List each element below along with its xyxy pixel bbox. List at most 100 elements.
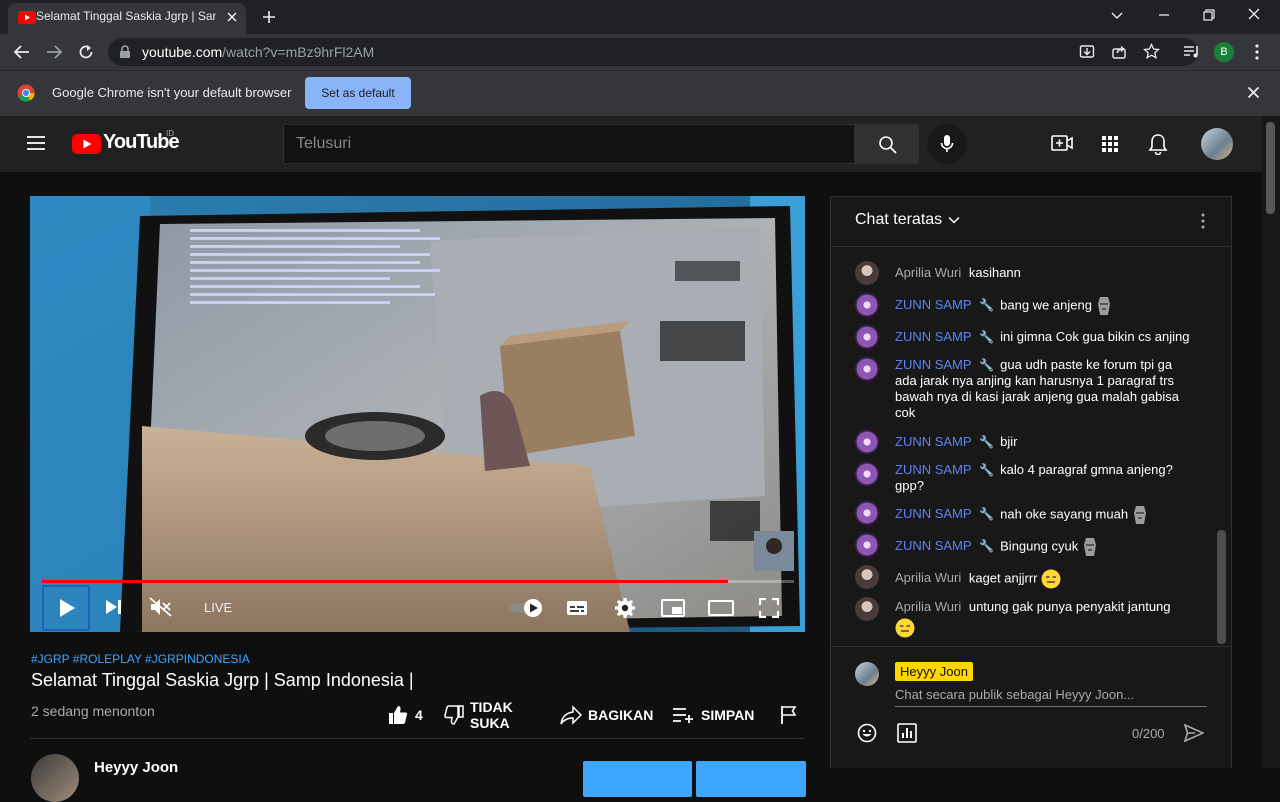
live-badge[interactable]: LIVE (204, 600, 232, 615)
chat-avatar[interactable] (855, 261, 879, 285)
search-button[interactable] (855, 124, 919, 164)
url-text[interactable]: youtube.com/watch?v=mBz9hrFl2AM (142, 44, 374, 60)
moderator-wrench-icon: 🔧 (979, 435, 995, 449)
self-avatar (855, 662, 879, 686)
restore-icon[interactable] (1202, 8, 1216, 22)
chat-more-options-icon[interactable] (1196, 212, 1210, 230)
chat-message-input[interactable]: Chat secara publik sebagai Heyyy Joon... (895, 687, 1207, 707)
tab-close-icon[interactable] (225, 10, 239, 24)
dislike-label[interactable]: TIDAK SUKA (470, 699, 513, 731)
chat-avatar[interactable] (855, 501, 879, 525)
youtube-logo-icon[interactable] (72, 134, 101, 154)
chat-message[interactable]: ZUNN SAMP 🔧 nah oke sayang muah (895, 505, 1195, 525)
chat-avatar[interactable] (855, 430, 879, 454)
new-tab-icon[interactable] (261, 9, 277, 25)
chat-message[interactable]: ZUNN SAMP 🔧 kalo 4 paragraf gmna anjeng? … (895, 462, 1195, 494)
chat-mode-selector[interactable]: Chat teratas (855, 211, 942, 229)
voice-search-button[interactable] (927, 124, 967, 164)
like-count[interactable]: 4 (415, 707, 423, 723)
share-button[interactable]: BAGIKAN (588, 707, 653, 723)
chat-avatar[interactable] (855, 325, 879, 349)
chat-text: kaget anjjrrr (968, 570, 1038, 586)
close-window-icon[interactable] (1247, 7, 1261, 21)
search-placeholder: Telusuri (296, 135, 352, 152)
tab-search-icon[interactable] (1110, 8, 1124, 22)
chrome-menu-icon[interactable] (1249, 43, 1265, 61)
autoplay-toggle[interactable] (509, 598, 545, 618)
theater-mode-icon[interactable] (708, 600, 734, 616)
chat-avatar[interactable] (855, 533, 879, 557)
chat-message[interactable]: ZUNN SAMP 🔧 gua udh paste ke forum tpi ga… (895, 357, 1195, 421)
search-input[interactable] (283, 124, 855, 164)
install-app-icon[interactable] (1079, 44, 1095, 60)
chat-message[interactable]: Aprilia Wuri kaget anjjrrr (895, 569, 1195, 589)
muted-volume-icon[interactable] (149, 597, 173, 617)
create-video-icon[interactable] (1051, 134, 1073, 152)
dislike-icon[interactable] (444, 705, 464, 725)
report-flag-icon[interactable] (780, 705, 798, 725)
chat-message[interactable]: Aprilia Wuri untung gak punya penyakit j… (895, 598, 1195, 638)
account-avatar[interactable] (1201, 128, 1233, 160)
share-icon[interactable] (1111, 44, 1127, 60)
chat-author: ZUNN SAMP (895, 329, 972, 344)
video-hashtags[interactable]: #JGRP #ROLEPLAY #JGRPINDONESIA (31, 652, 250, 666)
chat-text: kasihann (968, 265, 1021, 280)
moai-emoji-icon (1096, 296, 1112, 316)
channel-avatar[interactable] (31, 754, 79, 802)
like-icon[interactable] (388, 705, 408, 725)
video-frame-image (30, 196, 805, 632)
miniplayer-icon[interactable] (661, 599, 685, 617)
subscribe-button[interactable] (696, 761, 806, 797)
notifications-bell-icon[interactable] (1148, 133, 1168, 155)
chat-message[interactable]: ZUNN SAMP 🔧 Bingung cyuk (895, 537, 1195, 557)
play-button[interactable] (42, 585, 90, 631)
next-video-icon[interactable] (104, 598, 124, 616)
chat-avatar[interactable] (855, 462, 879, 486)
infobar-close-icon[interactable] (1247, 86, 1260, 99)
lock-icon[interactable] (119, 45, 131, 59)
progress-bar-played[interactable] (42, 580, 728, 583)
chrome-logo-icon (17, 84, 35, 102)
media-queue-icon[interactable] (1183, 44, 1201, 60)
chat-message[interactable]: ZUNN SAMP 🔧 ini gimna Cok gua bikin cs an… (895, 329, 1195, 345)
chat-message[interactable]: ZUNN SAMP 🔧 bjir (895, 434, 1195, 450)
chat-message[interactable]: ZUNN SAMP 🔧 bang we anjeng (895, 296, 1195, 316)
chat-author: ZUNN SAMP (895, 506, 972, 522)
forward-icon[interactable] (45, 44, 63, 60)
subtitles-icon[interactable] (566, 599, 588, 617)
emoji-picker-icon[interactable] (857, 723, 877, 743)
chat-message[interactable]: Aprilia Wuri kasihann (895, 265, 1195, 281)
settings-gear-icon[interactable] (614, 597, 636, 619)
chat-input-divider (831, 646, 1231, 647)
reload-icon[interactable] (77, 43, 95, 61)
poll-icon[interactable] (897, 723, 917, 743)
search-icon (878, 135, 898, 155)
hamburger-menu-icon[interactable] (26, 135, 46, 151)
set-as-default-button[interactable]: Set as default (305, 77, 411, 109)
save-to-playlist-icon[interactable] (672, 706, 694, 724)
back-icon[interactable] (13, 44, 31, 60)
chat-avatar[interactable] (855, 357, 879, 381)
chat-text: bang we anjeng (1000, 297, 1092, 313)
page-scrollbar-thumb[interactable] (1266, 122, 1275, 214)
chat-avatar[interactable] (855, 565, 879, 589)
moderator-wrench-icon: 🔧 (979, 330, 995, 344)
bookmark-star-icon[interactable] (1143, 43, 1160, 60)
chat-avatar[interactable] (855, 293, 879, 317)
chat-author: Aprilia Wuri (895, 599, 962, 614)
send-message-icon[interactable] (1184, 724, 1204, 742)
join-button[interactable] (583, 761, 692, 797)
profile-avatar[interactable]: B (1214, 42, 1234, 62)
chat-avatar[interactable] (855, 597, 879, 621)
share-arrow-icon[interactable] (560, 705, 582, 725)
save-button[interactable]: SIMPAN (701, 707, 754, 723)
minimize-icon[interactable] (1157, 8, 1171, 22)
chat-author: ZUNN SAMP (895, 462, 972, 477)
chevron-down-icon[interactable] (948, 215, 960, 225)
moderator-wrench-icon: 🔧 (979, 358, 995, 372)
chat-scrollbar-thumb[interactable] (1217, 530, 1226, 644)
apps-grid-icon[interactable] (1101, 135, 1119, 153)
chat-text: Bingung cyuk (1000, 538, 1079, 554)
fullscreen-icon[interactable] (759, 598, 779, 618)
video-player[interactable] (30, 196, 805, 632)
